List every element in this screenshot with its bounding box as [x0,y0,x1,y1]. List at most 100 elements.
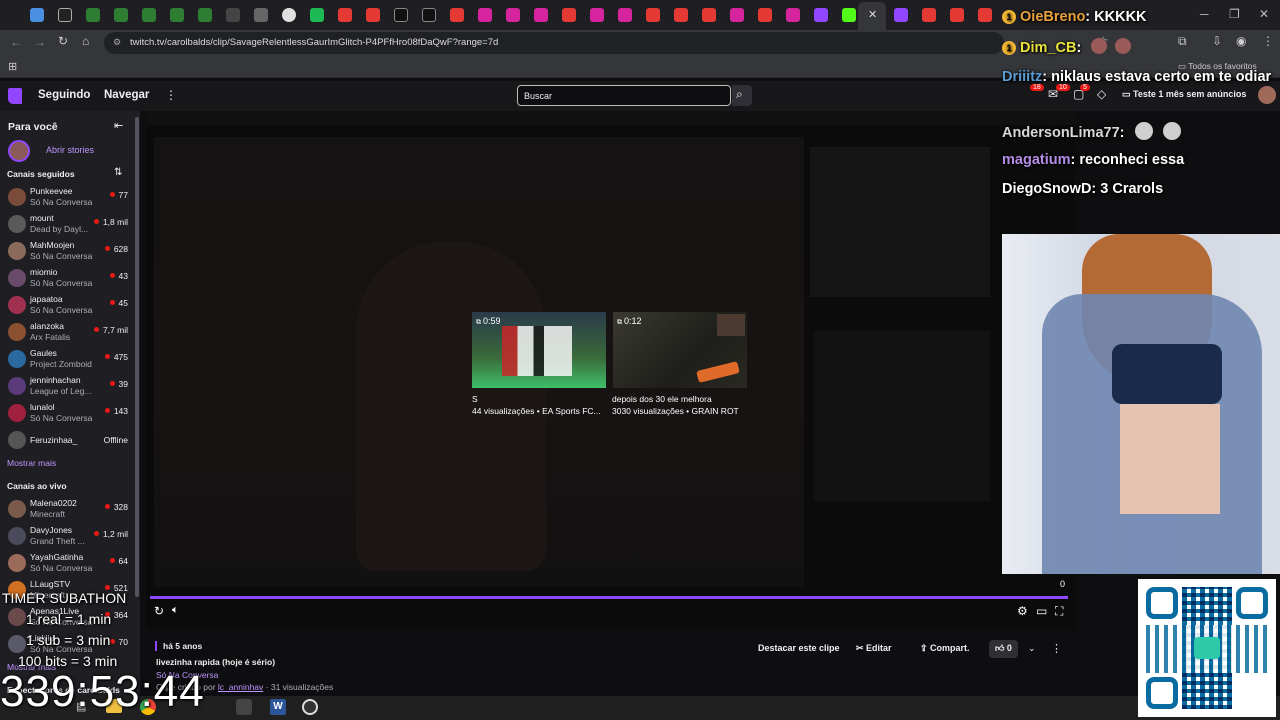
show-more-followed[interactable]: Mostrar mais [7,458,56,468]
tab-favicon[interactable] [86,8,100,22]
channel-name: japaatoa [30,294,63,304]
apps-grid-icon[interactable]: ⊞ [8,60,17,73]
clipper-link[interactable]: lc_anninhav [218,682,263,692]
edit-clip-button[interactable]: ✂ Editar [850,640,898,658]
obs-icon[interactable] [302,699,318,715]
chat-username: OieBreno [1020,9,1086,25]
tab-favicon[interactable] [646,8,660,22]
stories-avatar[interactable] [8,140,30,162]
tab-favicon[interactable] [198,8,212,22]
nav-browse[interactable]: Navegar [104,89,149,101]
tab-favicon[interactable] [394,8,408,22]
nav-following[interactable]: Seguindo [38,89,90,101]
tab-favicon[interactable] [506,8,520,22]
url-input[interactable]: ⚙ twitch.tv/carolbalds/clip/SavageRelent… [104,32,1004,54]
fullscreen-icon[interactable]: ⛶ [1055,604,1063,619]
sort-icon[interactable]: ⇅ [114,167,122,178]
twitch-logo-icon[interactable] [8,88,22,104]
tab-favicon[interactable] [842,8,856,22]
sidebar-channel-item[interactable]: japaatoa Só Na Conversa 45 [0,292,140,319]
tab-favicon[interactable] [730,8,744,22]
sidebar-channel-item[interactable]: DavyJones Grand Theft ... 1,2 mil [0,523,140,550]
chat-badge-icon: 1 [1002,10,1016,24]
word-icon[interactable]: W [270,699,286,715]
tab-favicon[interactable] [366,8,380,22]
search-button[interactable]: ⌕ [732,85,752,106]
tab-favicon[interactable] [114,8,128,22]
sidebar-channel-item[interactable]: Malena0202 Minecraft 328 [0,496,140,523]
replay-icon[interactable]: ↻ [154,604,164,618]
viewer-count-value: 39 [118,379,128,389]
sidebar-channel-item[interactable]: YayahGatinha Só Na Conversa 64 [0,550,140,577]
tab-favicon[interactable] [758,8,772,22]
chat-text: : KKKKK [1085,9,1147,25]
dislike-dropdown-icon[interactable]: ⌄ [1028,643,1036,654]
reload-icon[interactable]: ↻ [58,34,68,48]
forward-icon[interactable]: → [34,35,46,49]
tab-favicon[interactable] [170,8,184,22]
tab-favicon[interactable] [618,8,632,22]
site-info-icon[interactable]: ⚙ [113,37,121,48]
app-icon[interactable] [236,699,252,715]
tab-favicon[interactable] [674,8,688,22]
tab-favicon[interactable] [58,8,72,22]
sidebar-scrollbar[interactable] [135,117,139,597]
channel-name: Malena0202 [30,498,77,508]
recommended-clip-title[interactable]: depois dos 30 ele melhora [612,394,712,404]
sidebar-channel-item[interactable]: Punkeevee Só Na Conversa 77 [0,184,140,211]
more-options-icon[interactable]: ⋮ [1051,642,1062,655]
tab-favicon[interactable] [30,8,44,22]
tab-favicon[interactable] [922,8,936,22]
sidebar-channel-item[interactable]: lunalol Só Na Conversa 143 [0,400,140,427]
tab-favicon[interactable] [950,8,964,22]
more-menu-icon[interactable]: ⋮ [165,88,177,102]
chat-emote-icon [1134,122,1153,140]
volume-icon[interactable]: 🔈︎ [172,604,179,617]
tab-favicon[interactable] [226,8,240,22]
channel-name: Punkeevee [30,186,73,196]
sidebar-channel-item[interactable]: miomio Só Na Conversa 43 [0,265,140,292]
like-button[interactable]: 👍︎ 0 [989,640,1018,658]
search-input[interactable]: Buscar [517,85,731,106]
video-player[interactable]: ⧉ 0:59 S 44 visualizações • EA Sports FC… [146,111,1075,629]
sidebar-channel-item[interactable]: alanzoka Arx Fatalis 7,7 mil [0,319,140,346]
playback-progress-bar[interactable] [150,596,1068,599]
sidebar-channel-item[interactable]: jenninhachan League of Leg... 39 [0,373,140,400]
thumbs-up-icon: 👍︎ [995,643,1007,653]
sidebar-channel-item[interactable]: Feruzinhaa_ Offline [0,427,140,454]
active-tab[interactable]: ✕ [858,2,886,30]
tab-favicon[interactable] [338,8,352,22]
share-button[interactable]: ⇪ Compart. [914,640,976,658]
tab-favicon[interactable] [450,8,464,22]
recommended-clip-card[interactable]: ⧉ 0:12 [613,312,747,388]
sidebar-channel-item[interactable]: Gaules Project Zomboid 475 [0,346,140,373]
tab-favicon[interactable] [534,8,548,22]
tab-favicon[interactable] [562,8,576,22]
back-icon[interactable]: ← [10,35,22,49]
home-icon[interactable]: ⌂ [82,34,89,48]
tab-favicon[interactable] [142,8,156,22]
settings-icon[interactable]: ⚙ [1017,604,1028,618]
live-dot-icon [104,408,110,413]
sidebar-channel-item[interactable]: MahMoojen Só Na Conversa 628 [0,238,140,265]
close-tab-icon[interactable]: ✕ [868,8,877,21]
clip-duration: 0:59 [482,316,501,326]
tab-favicon[interactable] [282,8,296,22]
tab-favicon[interactable] [590,8,604,22]
recommended-clip-card[interactable]: ⧉ 0:59 [472,312,606,388]
tab-favicon[interactable] [894,8,908,22]
tab-favicon[interactable] [702,8,716,22]
tab-favicon[interactable] [814,8,828,22]
theatre-mode-icon[interactable]: ▭ [1036,604,1047,618]
open-stories-link[interactable]: Abrir stories [46,145,94,155]
collapse-sidebar-icon[interactable]: ⇤ [114,119,123,132]
tab-favicon[interactable] [786,8,800,22]
highlight-clip-button[interactable]: Destacar este clipe [752,640,846,658]
sidebar-channel-item[interactable]: mount Dead by Dayl... 1,8 mil [0,211,140,238]
tab-favicon[interactable] [254,8,268,22]
tab-favicon[interactable] [478,8,492,22]
tab-favicon[interactable] [978,8,992,22]
recommended-clip-title[interactable]: S [472,394,478,404]
tab-favicon[interactable] [422,8,436,22]
tab-favicon[interactable] [310,8,324,22]
